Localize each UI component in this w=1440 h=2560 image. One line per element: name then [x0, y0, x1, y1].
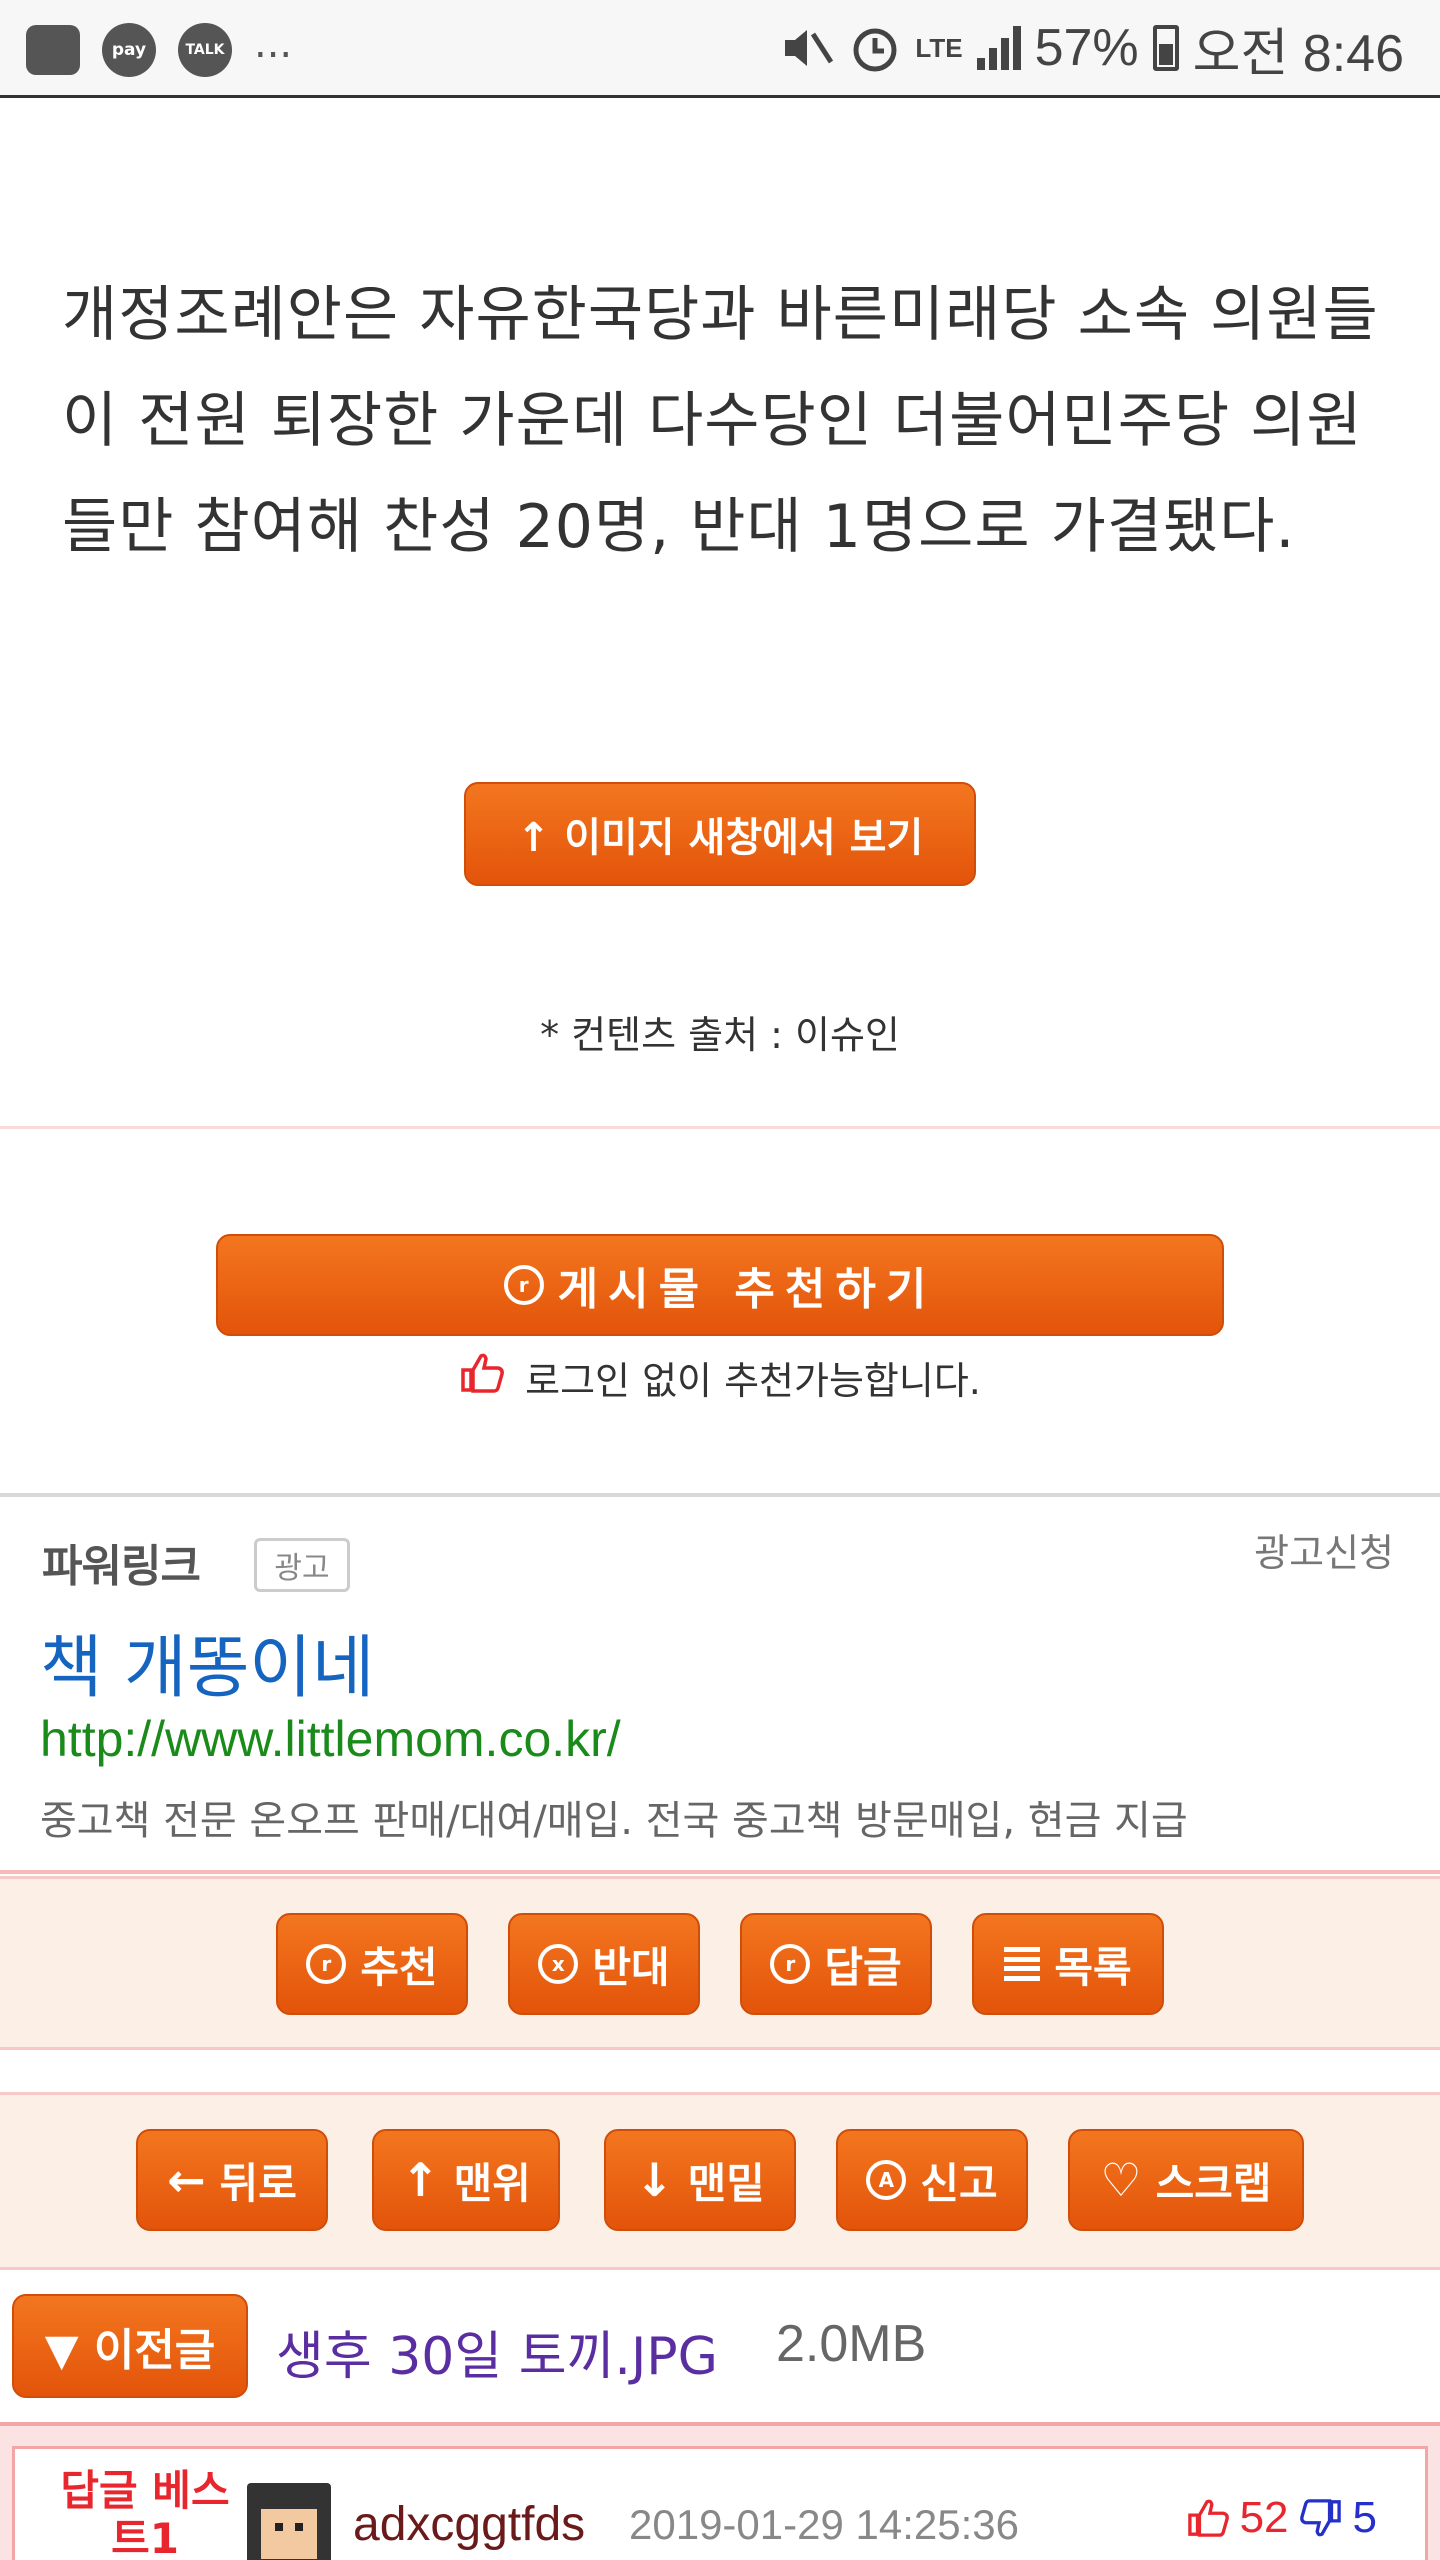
pay-icon: pay — [102, 23, 156, 77]
ad-badge: 광고 — [254, 1538, 350, 1592]
thumbs-up-icon — [459, 1352, 505, 1404]
list-button[interactable]: 목록 — [972, 1913, 1164, 2015]
reply-icon: r — [770, 1944, 811, 1984]
recommend-note-text: 로그인 없이 추천가능합니다. — [525, 1359, 981, 1403]
heart-icon: ♡ — [1100, 2153, 1142, 2207]
scrap-button[interactable]: ♡ 스크랩 — [1068, 2129, 1304, 2231]
powerlink-title: 파워링크 — [42, 1541, 201, 1592]
clock: 오전 8:46 — [1192, 24, 1404, 83]
signal-icon — [976, 26, 1021, 70]
scroll-bottom-button[interactable]: ↓ 맨밑 — [604, 2129, 796, 2231]
ad-description: 중고책 전문 온오프 판매/대여/매입. 전국 중고책 방문매입, 현금 지급 — [40, 1798, 1188, 1844]
back-label: 뒤로 — [219, 2158, 297, 2208]
list-label: 목록 — [1054, 1942, 1132, 1992]
back-button[interactable]: ← 뒤로 — [136, 2129, 328, 2231]
kakaotalk-icon: TALK — [178, 23, 232, 77]
lte-indicator: LTE — [915, 33, 963, 63]
previous-post-button-label: ▼ 이전글 — [44, 2325, 216, 2376]
content-source: * 컨텐츠 출처 : 이슈인 — [540, 1013, 900, 1057]
navigation-action-bar: ← 뒤로 ↑ 맨위 ↓ 맨밑 A 신고 ♡ 스크랩 — [0, 2092, 1440, 2270]
report-label: 신고 — [920, 2158, 998, 2208]
ad-headline-link[interactable]: 책 개똥이네 — [40, 1612, 374, 1711]
talk-icon-label: TALK — [185, 42, 225, 58]
back-arrow-icon: ← — [167, 2153, 206, 2207]
best-reply-card: 답글 베스트1 adxcggtfds 2019-01-29 14:25:36 5… — [12, 2446, 1428, 2560]
thumbs-down-icon[interactable] — [1299, 2498, 1343, 2538]
article-body: 개정조례안은 자유한국당과 바른미래당 소속 의원들이 전원 퇴장한 가운데 다… — [62, 280, 1379, 562]
avatar — [247, 2483, 331, 2560]
system-status: LTE 57% 오전 8:46 — [781, 16, 1404, 83]
downvote-count: 5 — [1352, 2493, 1377, 2542]
recommend-button[interactable]: r 추천 — [276, 1913, 468, 2015]
up-arrow-icon: ↑ — [401, 2153, 440, 2207]
previous-post-title-link[interactable]: 생후 30일 토끼.JPG — [276, 2314, 718, 2389]
ad-divider-top — [0, 1493, 1440, 1497]
thumbs-up-icon[interactable] — [1186, 2498, 1230, 2538]
upvote-count: 52 — [1239, 2493, 1289, 2542]
status-bar: pay TALK ... LTE 57% 오전 8:46 — [0, 0, 1440, 98]
oppose-label: 반대 — [592, 1942, 670, 1992]
down-arrow-icon: ↓ — [635, 2153, 674, 2207]
more-notifications-icon: ... — [254, 21, 293, 67]
view-image-new-window-button[interactable]: ↑ 이미지 새창에서 보기 — [464, 782, 976, 886]
battery-percent: 57% — [1034, 19, 1139, 77]
recommend-post-button[interactable]: r 게시물 추천하기 — [216, 1234, 1224, 1336]
scroll-top-button[interactable]: ↑ 맨위 — [372, 2129, 560, 2231]
recommend-icon: r — [503, 1265, 544, 1305]
recommend-post-label: 게시물 추천하기 — [557, 1264, 937, 1315]
scrap-label: 스크랩 — [1155, 2158, 1272, 2208]
list-icon — [1004, 1945, 1041, 1983]
view-image-button-label: ↑ 이미지 새창에서 보기 — [516, 815, 924, 861]
scroll-bottom-label: 맨밑 — [687, 2158, 765, 2208]
reply-label: 답글 — [824, 1942, 902, 1992]
ad-divider-bottom — [0, 1870, 1440, 1874]
oppose-button[interactable]: x 반대 — [508, 1913, 700, 2015]
reply-votes: 52 5 — [1186, 2493, 1377, 2543]
mute-vibrate-icon — [785, 30, 834, 66]
message-icon — [26, 25, 80, 75]
reply-button[interactable]: r 답글 — [740, 1913, 932, 2015]
previous-post-row: ▼ 이전글 생후 30일 토끼.JPG 2.0MB — [0, 2270, 1440, 2420]
previous-post-size: 2.0MB — [776, 2315, 927, 2373]
best-reply-label: 답글 베스트1 — [60, 2466, 230, 2560]
divider — [0, 1126, 1440, 1129]
notification-icons: pay TALK ... — [26, 20, 292, 80]
ad-url-link[interactable]: http://www.littlemom.co.kr/ — [40, 1710, 621, 1768]
reply-username[interactable]: adxcggtfds — [353, 2497, 585, 2552]
post-action-bar: r 추천 x 반대 r 답글 목록 — [0, 1876, 1440, 2050]
report-button[interactable]: A 신고 — [836, 2129, 1028, 2231]
battery-icon — [1152, 25, 1179, 71]
previous-post-button[interactable]: ▼ 이전글 — [12, 2294, 248, 2398]
recommend-label: 추천 — [360, 1942, 438, 1992]
best-reply-section: 답글 베스트1 adxcggtfds 2019-01-29 14:25:36 5… — [0, 2422, 1440, 2560]
ad-apply-link[interactable]: 광고신청 — [1254, 1522, 1394, 1577]
oppose-icon: x — [538, 1944, 579, 1984]
pay-icon-label: pay — [111, 40, 147, 60]
alarm-icon — [853, 28, 897, 72]
recommend-icon: r — [306, 1944, 347, 1984]
recommend-note: 로그인 없이 추천가능합니다. — [0, 1350, 1440, 1405]
scroll-top-label: 맨위 — [453, 2158, 531, 2208]
reply-timestamp: 2019-01-29 14:25:36 — [629, 2501, 1019, 2548]
report-icon: A — [866, 2160, 907, 2200]
